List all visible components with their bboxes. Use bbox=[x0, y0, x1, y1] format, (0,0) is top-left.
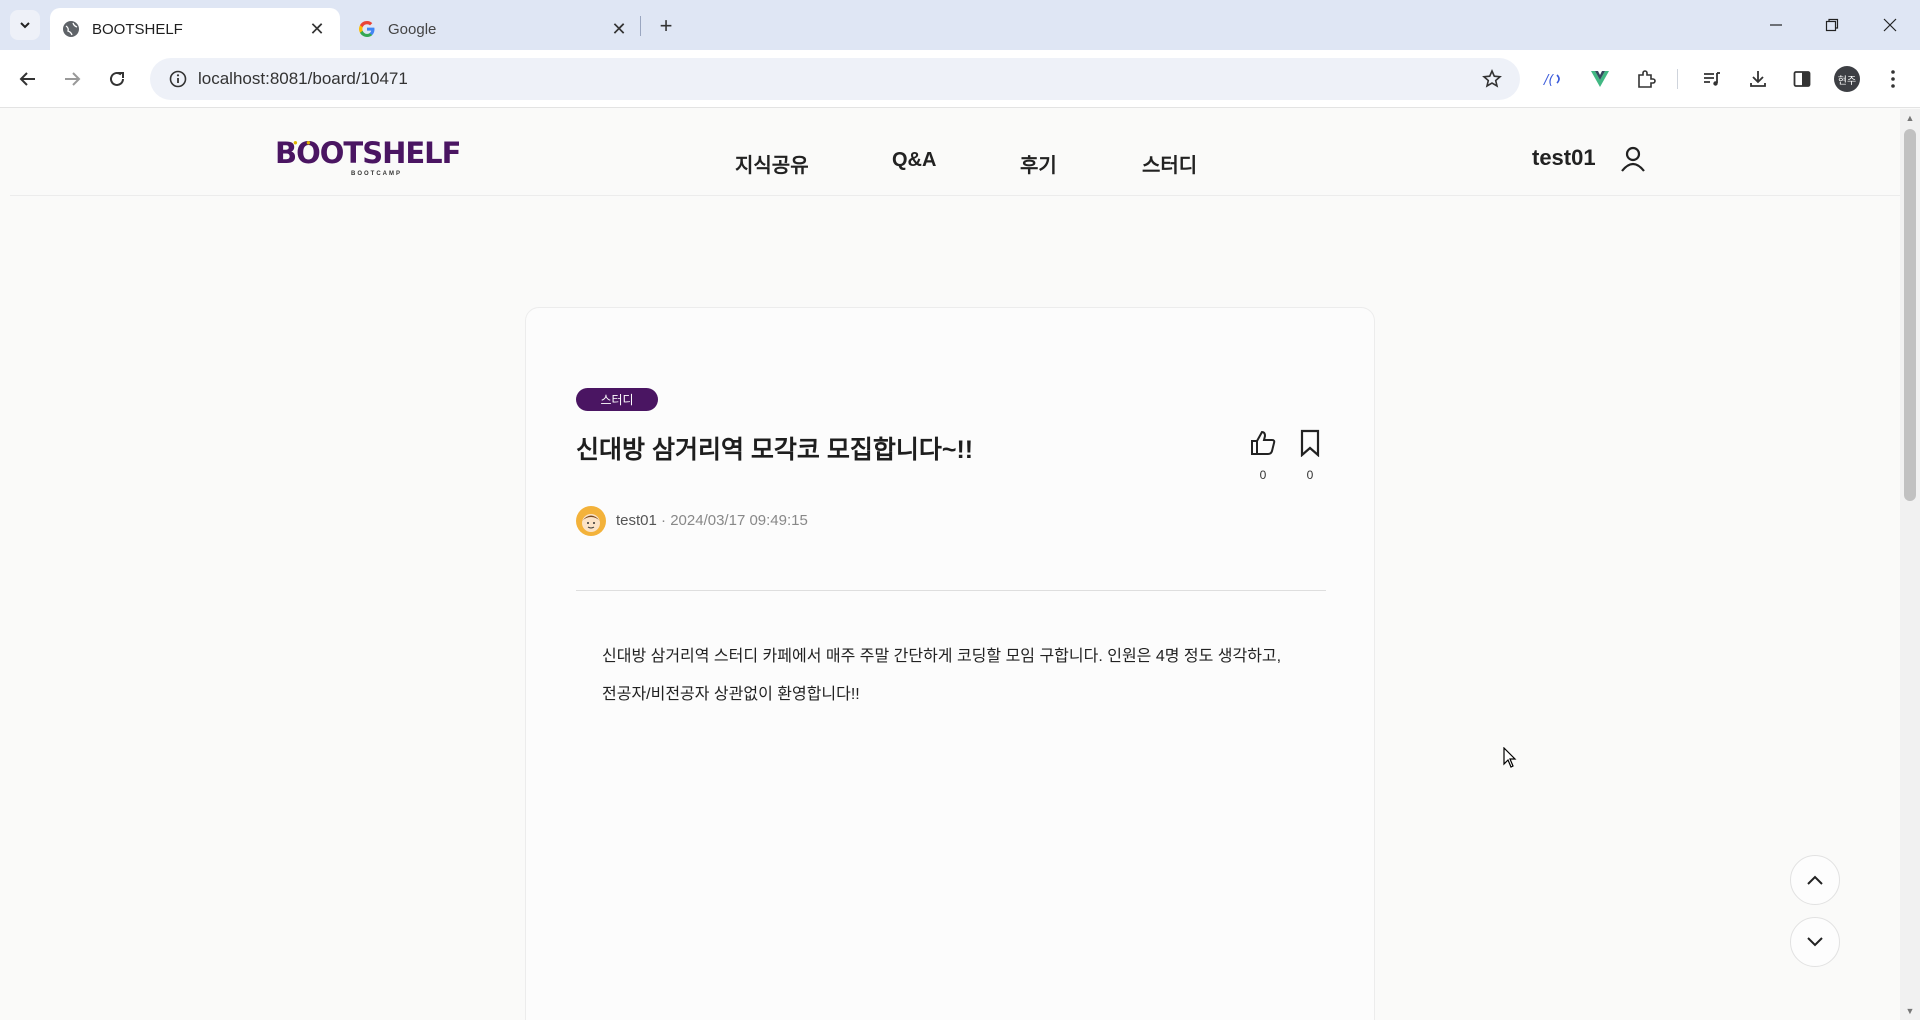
extension-translate-icon[interactable]: /( bbox=[1538, 63, 1570, 95]
bookmark-action[interactable]: 0 bbox=[1293, 426, 1327, 482]
author-avatar bbox=[576, 506, 606, 536]
content-divider bbox=[576, 590, 1326, 591]
nav-review[interactable]: 후기 bbox=[1020, 149, 1057, 178]
like-action[interactable]: 0 bbox=[1246, 426, 1280, 482]
scroll-bottom-button[interactable] bbox=[1790, 917, 1840, 967]
restore-icon bbox=[1825, 18, 1839, 32]
new-tab-button[interactable]: + bbox=[652, 12, 680, 40]
header-username[interactable]: test01 bbox=[1532, 145, 1596, 171]
post-body-line: 신대방 삼거리역 스터디 카페에서 매주 주말 간단하게 코딩할 모임 구합니다… bbox=[602, 648, 1282, 665]
svg-text:/(: /( bbox=[1543, 73, 1554, 88]
nav-qna[interactable]: Q&A bbox=[892, 149, 936, 172]
page-viewport: ● ● BOOTSHELF BOOTCAMP 지식공유 Q&A 후기 스터디 t… bbox=[0, 109, 1900, 1020]
tab-bootshelf[interactable]: BOOTSHELF ✕ bbox=[50, 8, 340, 50]
post-body: 신대방 삼거리역 스터디 카페에서 매주 주말 간단하게 코딩할 모임 구합니다… bbox=[602, 638, 1322, 714]
address-bar[interactable]: localhost:8081/board/10471 bbox=[150, 58, 1520, 100]
site-header: ● ● BOOTSHELF BOOTCAMP 지식공유 Q&A 후기 스터디 t… bbox=[10, 109, 1900, 196]
author-meta: test01 · 2024/03/17 09:49:15 bbox=[616, 512, 808, 529]
more-menu-icon[interactable] bbox=[1877, 63, 1909, 95]
nav-study[interactable]: 스터디 bbox=[1142, 149, 1197, 178]
url-text: localhost:8081/board/10471 bbox=[198, 69, 408, 88]
arrow-right-icon bbox=[65, 72, 81, 86]
bookmark-count: 0 bbox=[1306, 468, 1314, 482]
tab-title: Google bbox=[388, 20, 437, 38]
reload-icon bbox=[110, 71, 124, 86]
close-icon bbox=[1883, 18, 1897, 32]
author-name: test01 bbox=[616, 512, 657, 529]
chevron-down-icon bbox=[20, 22, 30, 29]
extensions-puzzle-icon[interactable] bbox=[1630, 63, 1662, 95]
profile-avatar[interactable]: 현주 bbox=[1834, 66, 1860, 92]
post-card: 스터디 신대방 삼거리역 모각코 모집합니다~!! 0 0 test01 · 2… bbox=[525, 307, 1375, 1020]
arrow-left-icon bbox=[19, 72, 35, 86]
minimize-icon bbox=[1770, 24, 1782, 26]
close-tab-icon[interactable]: ✕ bbox=[306, 18, 328, 40]
side-panel-icon[interactable] bbox=[1786, 63, 1818, 95]
bookmark-star-icon[interactable] bbox=[1472, 69, 1512, 89]
close-tab-icon[interactable]: ✕ bbox=[608, 18, 630, 40]
thumbs-up-icon[interactable] bbox=[1246, 426, 1280, 460]
browser-toolbar: localhost:8081/board/10471 /( 현주 bbox=[0, 50, 1920, 108]
post-date: · 2024/03/17 09:49:15 bbox=[661, 512, 808, 529]
media-control-icon[interactable] bbox=[1696, 63, 1728, 95]
scroll-top-button[interactable] bbox=[1790, 855, 1840, 905]
scroll-up-arrow[interactable]: ▲ bbox=[1900, 109, 1920, 127]
post-title: 신대방 삼거리역 모각코 모집합니다~!! bbox=[576, 436, 974, 464]
category-badge: 스터디 bbox=[576, 388, 658, 411]
forward-button[interactable] bbox=[56, 63, 88, 95]
scrollbar-thumb[interactable] bbox=[1904, 129, 1916, 501]
browser-tab-bar: BOOTSHELF ✕ Google ✕ + bbox=[0, 0, 1920, 50]
tab-search-button[interactable] bbox=[10, 10, 40, 40]
tab-title: BOOTSHELF bbox=[92, 20, 183, 38]
post-body-line: 전공자/비전공자 상관없이 환영합니다!! bbox=[602, 686, 860, 703]
google-icon bbox=[358, 20, 376, 38]
user-icon[interactable] bbox=[1618, 144, 1648, 174]
tab-separator bbox=[640, 16, 641, 36]
toolbar-separator bbox=[1677, 69, 1678, 89]
chevron-up-icon bbox=[1807, 875, 1823, 885]
logo-subtext: BOOTCAMP bbox=[351, 171, 402, 177]
site-info-icon[interactable] bbox=[158, 70, 198, 88]
restore-button[interactable] bbox=[1812, 8, 1852, 42]
globe-icon bbox=[62, 20, 80, 38]
chevron-down-icon bbox=[1807, 937, 1823, 947]
nav-knowledge[interactable]: 지식공유 bbox=[735, 149, 809, 178]
tab-google[interactable]: Google ✕ bbox=[346, 8, 642, 50]
back-button[interactable] bbox=[12, 63, 44, 95]
logo-crown-dots: ● ● bbox=[293, 138, 314, 147]
extension-vue-icon[interactable] bbox=[1584, 63, 1616, 95]
page-scrollbar[interactable]: ▲ ▼ bbox=[1900, 109, 1920, 1020]
like-count: 0 bbox=[1259, 468, 1267, 482]
scroll-down-arrow[interactable]: ▼ bbox=[1900, 1002, 1920, 1020]
reload-button[interactable] bbox=[101, 63, 133, 95]
mouse-pointer-icon bbox=[1503, 746, 1517, 769]
download-icon[interactable] bbox=[1742, 63, 1774, 95]
close-window-button[interactable] bbox=[1870, 8, 1910, 42]
site-logo[interactable]: ● ● BOOTSHELF BOOTCAMP bbox=[275, 137, 461, 181]
minimize-button[interactable] bbox=[1756, 8, 1796, 42]
bookmark-icon[interactable] bbox=[1293, 426, 1327, 460]
